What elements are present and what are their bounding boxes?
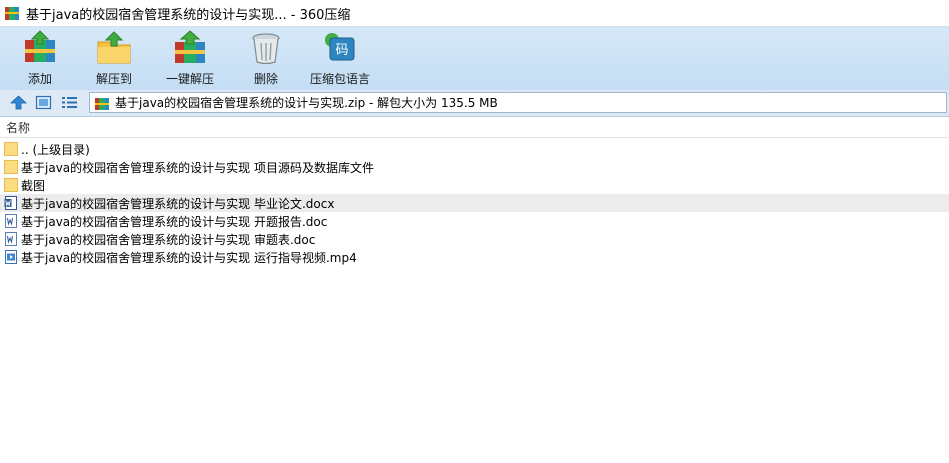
archive-language-label: 压缩包语言	[310, 72, 371, 86]
zip-file-icon	[95, 97, 109, 110]
list-view-icon[interactable]	[61, 95, 78, 110]
title-bar: 基于java的校园宿舍管理系统的设计与实现... - 360压缩	[0, 0, 949, 26]
toolbar: 添加 解压到 一键解压 删除 码 压缩包语言	[0, 26, 949, 91]
delete-label: 删除	[253, 72, 278, 86]
list-item-review-form-doc[interactable]: 基于java的校园宿舍管理系统的设计与实现 审题表.doc	[0, 230, 949, 248]
trash-icon	[252, 33, 280, 65]
list-item-label: 截图	[21, 178, 46, 193]
path-field[interactable]: 基于java的校园宿舍管理系统的设计与实现.zip - 解包大小为 135.5 …	[89, 92, 947, 113]
language-code-glyph: 码	[335, 43, 348, 58]
list-item-label: 基于java的校园宿舍管理系统的设计与实现 运行指导视频.mp4	[21, 250, 357, 265]
list-item-video-mp4[interactable]: 基于java的校园宿舍管理系统的设计与实现 运行指导视频.mp4	[0, 248, 949, 266]
folder-icon	[4, 160, 18, 174]
window-title: 基于java的校园宿舍管理系统的设计与实现... - 360压缩	[26, 7, 351, 23]
address-bar: 基于java的校园宿舍管理系统的设计与实现.zip - 解包大小为 135.5 …	[0, 90, 949, 117]
list-item-label: .. (上级目录)	[21, 142, 90, 157]
list-item-screenshots-folder[interactable]: 截图	[0, 176, 949, 194]
thumbnail-view-icon[interactable]	[35, 95, 52, 110]
list-item-label: 基于java的校园宿舍管理系统的设计与实现 毕业论文.docx	[21, 196, 335, 211]
word-document-icon	[5, 214, 17, 228]
delete-button[interactable]: 删除	[248, 30, 284, 88]
archive-app-icon	[5, 7, 19, 20]
video-file-icon	[5, 250, 17, 264]
one-click-extract-button[interactable]: 一键解压	[166, 30, 214, 88]
archive-path-text: 基于java的校园宿舍管理系统的设计与实现.zip - 解包大小为 135.5 …	[115, 96, 498, 110]
one-click-extract-label: 一键解压	[166, 72, 215, 86]
language-code-icon: 码	[325, 33, 355, 61]
list-item-label: 基于java的校园宿舍管理系统的设计与实现 审题表.doc	[21, 232, 316, 247]
archive-language-button[interactable]: 码 压缩包语言	[310, 30, 370, 88]
list-item-label: 基于java的校园宿舍管理系统的设计与实现 项目源码及数据库文件	[21, 160, 374, 175]
list-item-proposal-doc[interactable]: 基于java的校园宿舍管理系统的设计与实现 开题报告.doc	[0, 212, 949, 230]
add-archive-icon	[25, 30, 55, 62]
folder-icon	[4, 178, 18, 192]
list-item-thesis-docx[interactable]: 基于java的校园宿舍管理系统的设计与实现 毕业论文.docx	[0, 194, 949, 212]
up-arrow-icon[interactable]	[10, 95, 27, 110]
extract-folder-icon	[97, 31, 131, 64]
name-column-header[interactable]: 名称	[6, 119, 30, 136]
add-button[interactable]: 添加	[22, 30, 58, 88]
extract-to-button[interactable]: 解压到	[96, 30, 132, 88]
folder-icon	[4, 142, 18, 156]
list-item-source-folder[interactable]: 基于java的校园宿舍管理系统的设计与实现 项目源码及数据库文件	[0, 158, 949, 176]
add-label: 添加	[27, 72, 52, 86]
one-click-extract-icon	[175, 30, 205, 63]
extract-to-label: 解压到	[96, 72, 133, 86]
word-document-icon	[5, 232, 17, 246]
list-item-label: 基于java的校园宿舍管理系统的设计与实现 开题报告.doc	[21, 214, 328, 229]
list-header: 名称	[0, 117, 949, 138]
list-item-parent-dir[interactable]: .. (上级目录)	[0, 140, 949, 158]
file-list: .. (上级目录) 基于java的校园宿舍管理系统的设计与实现 项目源码及数据库…	[0, 140, 949, 266]
word-document-icon	[4, 196, 17, 210]
